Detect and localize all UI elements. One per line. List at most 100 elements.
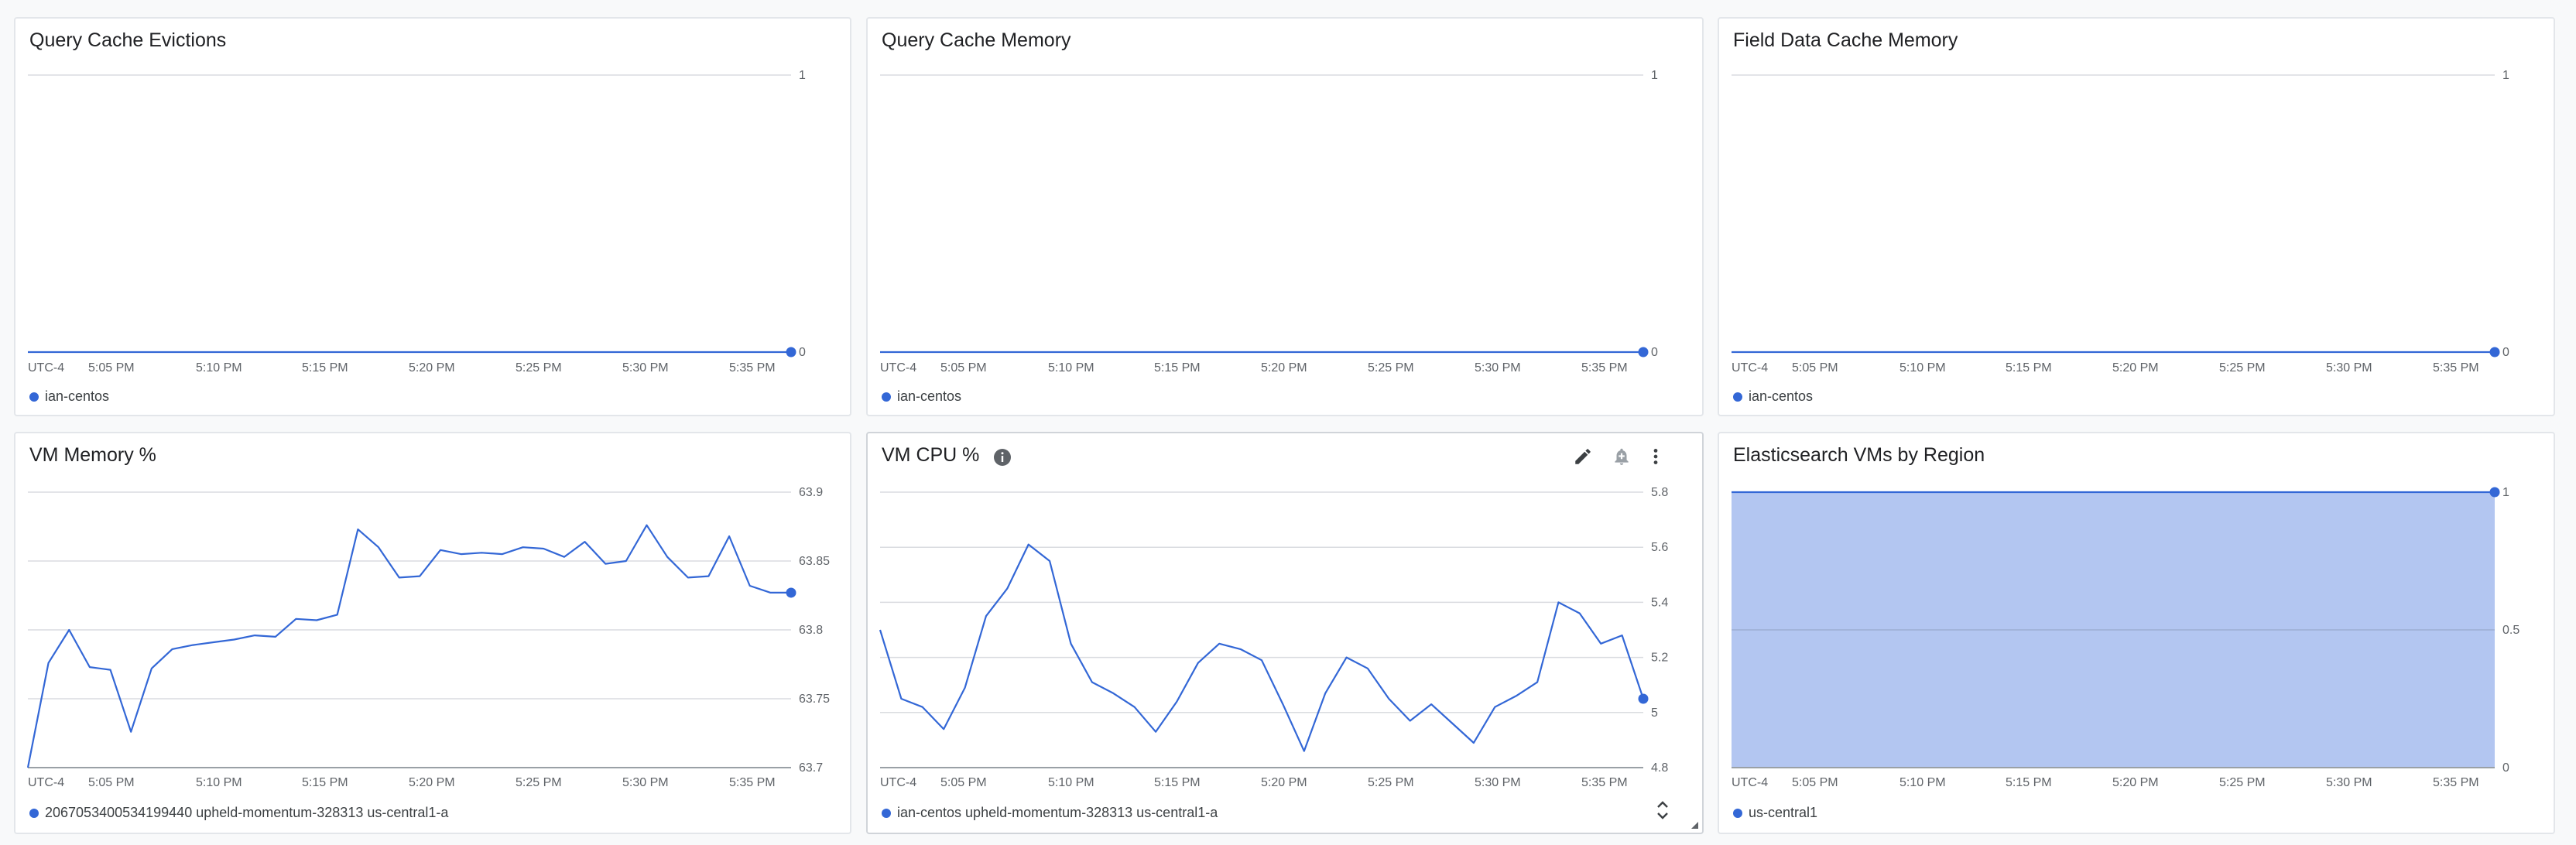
chart-legend[interactable]: ian-centos upheld-momentum-328313 us-cen… [882, 805, 1218, 821]
x-tick-label: UTC-4 [1732, 776, 1768, 789]
x-tick-label: UTC-4 [1732, 361, 1768, 375]
x-tick-label: 5:25 PM [1368, 361, 1414, 375]
chart-legend[interactable]: us-central1 [1733, 805, 1817, 821]
series-end-point [786, 587, 796, 598]
y-tick-label: 63.75 [799, 693, 830, 706]
y-tick-label: 1 [1651, 69, 1658, 82]
y-tick-label: 63.9 [799, 486, 823, 499]
y-tick-label: 63.85 [799, 555, 830, 568]
y-tick-label: 5 [1651, 706, 1658, 720]
x-tick-label: 5:05 PM [940, 776, 987, 789]
x-tick-label: 5:20 PM [1261, 361, 1307, 375]
x-tick-label: 5:30 PM [622, 776, 669, 789]
legend-dot-icon [1733, 808, 1742, 818]
x-tick-label: 5:05 PM [940, 361, 987, 375]
x-tick-label: 5:20 PM [1261, 776, 1307, 789]
legend-dot-icon [882, 808, 891, 818]
x-tick-label: 5:25 PM [516, 361, 562, 375]
y-tick-label: 0.5 [2502, 624, 2519, 637]
x-tick-label: UTC-4 [28, 361, 64, 375]
series-line [879, 543, 1645, 752]
chart-card-vm-cpu: VM CPU % 5.8 5.6 5.4 5.2 5 4.8 UTC-4 5:05 PM 5:1… [866, 432, 1704, 834]
y-tick-label: 0 [799, 346, 806, 359]
y-tick-label: 5.2 [1651, 652, 1668, 665]
x-tick-label: 5:25 PM [1368, 776, 1414, 789]
series-end-point [1638, 347, 1649, 358]
x-tick-label: UTC-4 [880, 361, 916, 375]
y-tick-label: 0 [1651, 346, 1658, 359]
x-tick-label: 5:35 PM [2433, 776, 2479, 789]
chart-card-query-cache-memory: Query Cache Memory 1 0 UTC-4 5:05 PM 5:10 PM… [866, 17, 1704, 416]
page-top-band [0, 0, 2576, 8]
x-tick-label: 5:05 PM [1792, 361, 1838, 375]
chart-legend[interactable]: ian-centos [882, 388, 961, 405]
legend-dot-icon [882, 392, 891, 402]
y-tick-label: 5.6 [1651, 541, 1668, 554]
x-tick-label: 5:15 PM [1154, 776, 1201, 789]
x-tick-label: 5:35 PM [1581, 361, 1628, 375]
legend-label: 2067053400534199440 upheld-momentum-3283… [45, 805, 449, 820]
x-tick-label: 5:10 PM [196, 361, 242, 375]
expand-legend-button[interactable] [1649, 797, 1676, 823]
x-tick-label: 5:15 PM [302, 361, 348, 375]
x-tick-label: 5:15 PM [1154, 361, 1201, 375]
x-tick-label: UTC-4 [28, 776, 64, 789]
y-tick-label: 4.8 [1651, 761, 1668, 775]
legend-label: ian-centos [897, 388, 962, 404]
chart-legend[interactable]: ian-centos [29, 388, 109, 405]
y-tick-label: 5.4 [1651, 596, 1668, 609]
area-chart: 1 0.5 0 UTC-4 5:05 PM 5:10 PM 5:15 PM 5:20 PM 5:… [1732, 486, 2519, 789]
x-tick-label: 5:05 PM [88, 776, 135, 789]
series-end-point [786, 347, 796, 358]
resize-handle-icon[interactable] [1690, 820, 1699, 830]
series-end-point [2489, 487, 2500, 498]
line-chart: 1 0 UTC-4 5:05 PM 5:10 PM 5:15 PM 5:20 PM 5:25 … [28, 69, 806, 375]
x-tick-label: 5:10 PM [1048, 776, 1094, 789]
unfold-icon [1657, 801, 1668, 819]
line-chart: 1 0 UTC-4 5:05 PM 5:10 PM 5:15 PM 5:20 PM 5:25 … [880, 69, 1658, 375]
x-tick-label: 5:35 PM [1581, 776, 1628, 789]
line-chart: 5.8 5.6 5.4 5.2 5 4.8 UTC-4 5:05 PM 5:10 PM 5:15 … [879, 486, 1668, 789]
chart-card-query-cache-evictions: Query Cache Evictions 1 0 UTC-4 5:05 PM 5:10… [14, 17, 851, 416]
legend-dot-icon [29, 392, 39, 402]
x-tick-label: 5:10 PM [1899, 776, 1946, 789]
chart-legend[interactable]: ian-centos [1733, 388, 1813, 405]
series-end-point [1638, 693, 1649, 704]
x-tick-label: UTC-4 [880, 776, 916, 789]
line-chart: 63.9 63.85 63.8 63.75 63.7 UTC-4 5:05 PM 5:10 P… [26, 486, 830, 789]
series-end-point [2489, 347, 2500, 358]
legend-label: ian-centos [1749, 388, 1814, 404]
x-tick-label: 5:30 PM [2326, 361, 2372, 375]
x-tick-label: 5:20 PM [2112, 776, 2159, 789]
x-tick-label: 5:10 PM [196, 776, 242, 789]
y-tick-label: 1 [799, 69, 806, 82]
y-tick-label: 1 [2502, 69, 2509, 82]
legend-label: ian-centos [45, 388, 110, 404]
x-tick-label: 5:30 PM [1475, 361, 1521, 375]
x-tick-label: 5:15 PM [2006, 776, 2052, 789]
x-tick-label: 5:25 PM [516, 776, 562, 789]
x-tick-label: 5:35 PM [729, 776, 776, 789]
x-tick-label: 5:20 PM [409, 776, 455, 789]
y-tick-label: 0 [2502, 761, 2509, 775]
x-tick-label: 5:25 PM [2219, 361, 2266, 375]
x-tick-label: 5:15 PM [302, 776, 348, 789]
chart-card-elasticsearch-vms-by-region: Elasticsearch VMs by Region 1 0.5 0 UTC-4 5:… [1718, 432, 2555, 834]
chart-card-vm-memory: VM Memory % 63.9 63.85 63.8 63.75 63.7 UTC-4 5… [14, 432, 851, 834]
x-tick-label: 5:10 PM [1899, 361, 1946, 375]
y-tick-label: 0 [2502, 346, 2509, 359]
x-tick-label: 5:20 PM [2112, 361, 2159, 375]
chart-legend[interactable]: 2067053400534199440 upheld-momentum-3283… [29, 805, 448, 821]
line-chart: 1 0 UTC-4 5:05 PM 5:10 PM 5:15 PM 5:20 PM 5:25 … [1732, 69, 2509, 375]
x-tick-label: 5:05 PM [1792, 776, 1838, 789]
legend-dot-icon [1733, 392, 1742, 402]
x-tick-label: 5:25 PM [2219, 776, 2266, 789]
x-tick-label: 5:10 PM [1048, 361, 1094, 375]
chart-card-field-data-cache-memory: Field Data Cache Memory 1 0 UTC-4 5:05 PM 5:… [1718, 17, 2555, 416]
x-tick-label: 5:20 PM [409, 361, 455, 375]
y-tick-label: 1 [2502, 486, 2509, 499]
y-tick-label: 5.8 [1651, 486, 1668, 499]
y-tick-label: 63.8 [799, 624, 823, 637]
x-tick-label: 5:15 PM [2006, 361, 2052, 375]
x-tick-label: 5:30 PM [2326, 776, 2372, 789]
